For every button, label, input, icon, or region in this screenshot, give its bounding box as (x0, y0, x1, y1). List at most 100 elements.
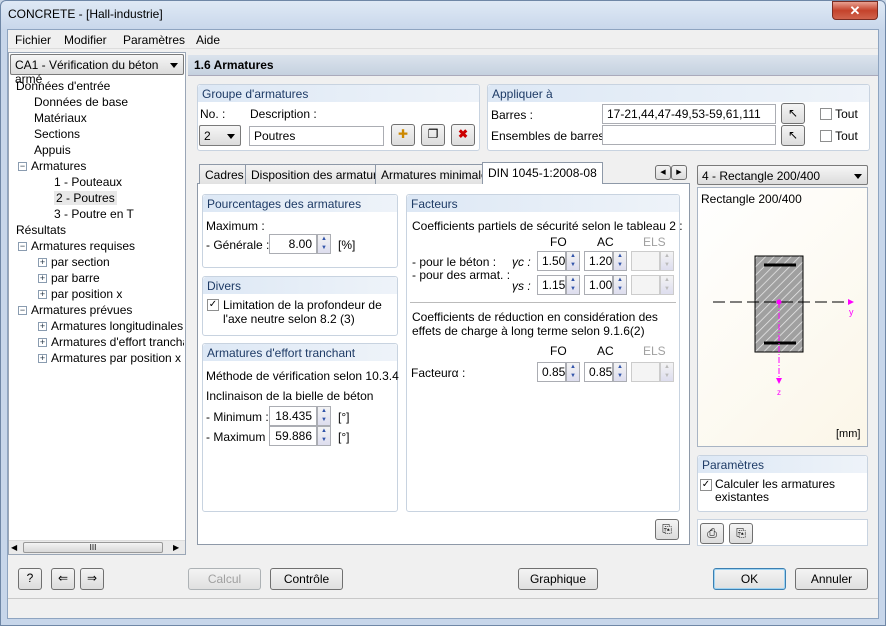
general-input[interactable]: 8.00 (269, 234, 317, 254)
ok-button[interactable]: OK (713, 568, 786, 590)
section-select[interactable]: 4 - Rectangle 200/400 (697, 165, 868, 185)
expand-icon[interactable]: + (38, 258, 47, 267)
chevron-down-icon (227, 134, 235, 139)
neutral-axis-checkbox[interactable]: ✓ (207, 299, 219, 311)
tree-item[interactable]: + Armatures longitudinales (38, 319, 183, 333)
partial-title: Coefficients partiels de sécurité selon … (412, 219, 683, 233)
collapse-icon[interactable]: − (18, 242, 27, 251)
tree-item[interactable]: + Armatures d'effort tranchant (38, 335, 184, 349)
all-sets-checkbox[interactable]: Tout (820, 129, 858, 143)
close-button[interactable]: ✕ (832, 1, 878, 20)
tree-item[interactable]: 1 - Pouteaux (54, 175, 122, 189)
pick-sets-button[interactable]: ↖ (781, 125, 805, 146)
tree-item[interactable]: Matériaux (34, 111, 87, 125)
tree-item[interactable]: − Armatures (18, 159, 86, 173)
section-graphic: Rectangle 200/400 y z [mm] (697, 187, 868, 447)
horizontal-scrollbar[interactable]: ◀ III ▶ (9, 540, 185, 554)
tree-item-label: par position x (51, 287, 123, 301)
tree-item[interactable]: Appuis (34, 143, 71, 157)
factor-spinner[interactable]: ▲ ▼ (566, 251, 580, 271)
graphique-button[interactable]: Graphique (518, 568, 598, 590)
new-group-button[interactable]: ✚ (391, 124, 415, 146)
menu-aide[interactable]: Aide (196, 33, 220, 47)
max-input[interactable]: 59.886 (269, 426, 317, 446)
tab-cadres[interactable]: Cadres (199, 164, 250, 184)
scroll-left-icon[interactable]: ◀ (11, 543, 17, 552)
factor-input[interactable]: 1.15 (537, 275, 566, 295)
bars-input[interactable]: 17-21,44,47-49,53-59,61,111 (602, 104, 776, 124)
tree-item[interactable]: Résultats (16, 223, 66, 237)
export-graphic-button[interactable]: ⎘ (729, 523, 753, 544)
expand-icon[interactable]: + (38, 322, 47, 331)
tree-item[interactable]: Données d'entrée (16, 79, 110, 93)
tree-item-label: par barre (51, 271, 100, 285)
factor-input[interactable]: 0.85 (584, 362, 613, 382)
tab-armatures-minimales[interactable]: Armatures minimales (375, 164, 500, 184)
scroll-right-icon[interactable]: ▶ (173, 543, 179, 552)
expand-icon[interactable]: + (38, 290, 47, 299)
tree-item[interactable]: + par barre (38, 271, 100, 285)
factor-spinner[interactable]: ▲ ▼ (613, 362, 627, 382)
tree-item[interactable]: + Armatures par position x (38, 351, 181, 365)
expand-icon[interactable]: + (38, 338, 47, 347)
all-bars-checkbox[interactable]: Tout (820, 107, 858, 121)
tab-scroll-right[interactable]: ▶ (671, 165, 687, 180)
tree-item[interactable]: + par section (38, 255, 110, 269)
tree-item[interactable]: 3 - Poutre en T (54, 207, 134, 221)
min-spinner[interactable]: ▲ ▼ (317, 406, 331, 426)
tree-item[interactable]: − Armatures requises (18, 239, 135, 253)
collapse-icon[interactable]: − (18, 162, 27, 171)
factor-spinner: ▲ ▼ (660, 251, 674, 271)
previous-button[interactable]: ⇐ (51, 568, 75, 590)
description-input[interactable]: Poutres (249, 126, 384, 146)
min-input[interactable]: 18.435 (269, 406, 317, 426)
group-number-select[interactable]: 2 (199, 125, 241, 146)
next-button[interactable]: ⇒ (80, 568, 104, 590)
scroll-thumb[interactable]: III (23, 542, 163, 553)
max-spinner[interactable]: ▲ ▼ (317, 426, 331, 446)
group-title: Groupe d'armatures (198, 85, 479, 102)
menu-parametres[interactable]: Paramètres (123, 33, 185, 47)
case-select[interactable]: CA1 - Vérification du béton armé (10, 54, 184, 86)
delete-group-button[interactable]: ✖ (451, 124, 475, 146)
tree-item-label: Armatures d'effort tranchant (51, 335, 184, 349)
controle-button[interactable]: Contrôle (270, 568, 343, 590)
sets-input[interactable] (602, 125, 776, 145)
help-button[interactable]: ? (18, 568, 42, 590)
factor-spinner[interactable]: ▲ ▼ (566, 362, 580, 382)
factor-input[interactable]: 0.85 (537, 362, 566, 382)
tab-scroll-left[interactable]: ◀ (655, 165, 671, 180)
menu-fichier[interactable]: Fichier (15, 33, 51, 47)
expand-icon[interactable]: + (38, 274, 47, 283)
expand-icon[interactable]: + (38, 354, 47, 363)
collapse-icon[interactable]: − (18, 306, 27, 315)
copy-group-button[interactable]: ❐ (421, 124, 445, 146)
menu-modifier[interactable]: Modifier (64, 33, 107, 47)
defaults-button[interactable]: ⎘ (655, 519, 679, 540)
tree-item[interactable]: − Armatures prévues (18, 303, 132, 317)
centroid (776, 299, 782, 305)
pick-bars-button[interactable]: ↖ (781, 103, 805, 124)
general-spinner[interactable]: ▲ ▼ (317, 234, 331, 254)
calcul-button[interactable]: Calcul (188, 568, 261, 590)
tree-item[interactable]: Sections (34, 127, 80, 141)
factor-input[interactable]: 1.00 (584, 275, 613, 295)
checkbox[interactable] (820, 130, 832, 142)
tree-item[interactable]: 2 - Poutres (54, 191, 117, 205)
factor-input[interactable]: 1.20 (584, 251, 613, 271)
checkbox[interactable] (820, 108, 832, 120)
factor-spinner[interactable]: ▲ ▼ (613, 251, 627, 271)
tree-item-label: Armatures par position x (51, 351, 182, 365)
tree-item[interactable]: Données de base (34, 95, 128, 109)
factor-spinner[interactable]: ▲ ▼ (613, 275, 627, 295)
existing-rebar-checkbox[interactable]: ✓ (700, 479, 712, 491)
tab-disposition[interactable]: Disposition des armatures (245, 164, 396, 184)
reduction-title: Coefficients de réduction en considérati… (412, 310, 658, 338)
print-graphic-button[interactable]: ⎙ (700, 523, 724, 544)
factor-spinner[interactable]: ▲ ▼ (566, 275, 580, 295)
tree-item[interactable]: + par position x (38, 287, 122, 301)
factor-input[interactable]: 1.50 (537, 251, 566, 271)
annuler-button[interactable]: Annuler (795, 568, 868, 590)
axis-y-label: y (849, 307, 854, 317)
tab-din[interactable]: DIN 1045-1:2008-08 (482, 162, 603, 184)
